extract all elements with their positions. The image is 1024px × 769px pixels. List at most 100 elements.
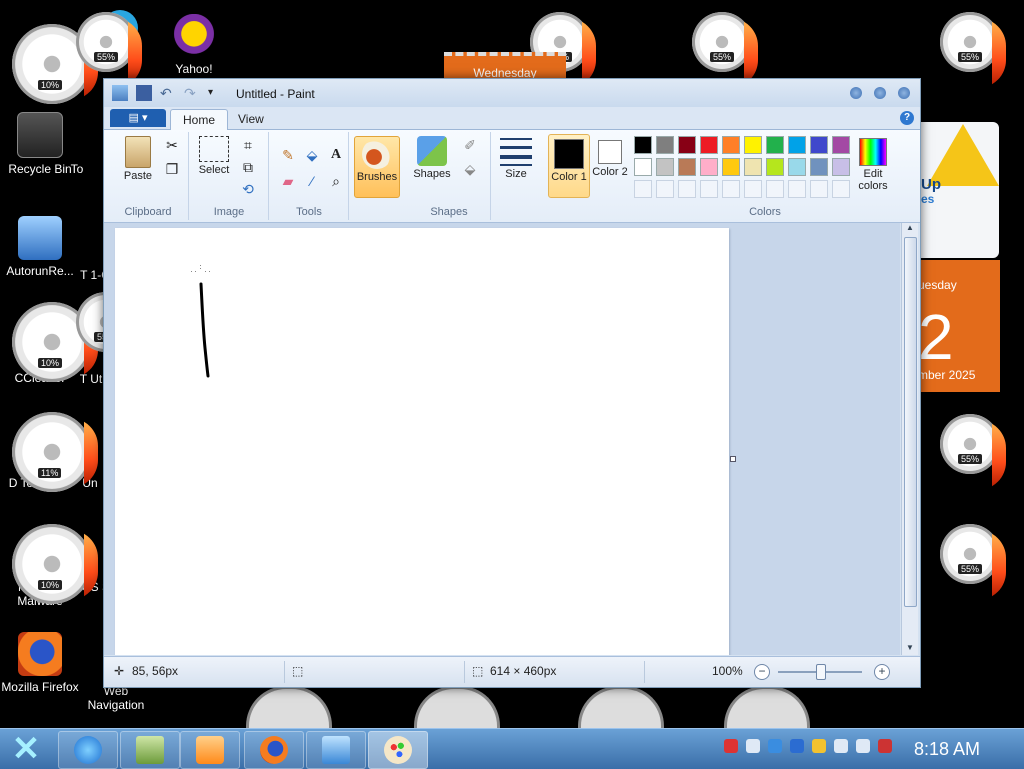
desktop-icon-autorun[interactable]: AutorunRe...	[0, 216, 80, 278]
title-bar[interactable]: ↶ ↷ ▾ Untitled - Paint	[104, 79, 920, 107]
scroll-down-arrow[interactable]: ▼	[903, 643, 917, 655]
color-swatch[interactable]	[634, 136, 652, 154]
color-swatch[interactable]	[832, 158, 850, 176]
desktop-icon-web-navigation[interactable]: Web Navigation	[76, 684, 156, 712]
vertical-scrollbar[interactable]: ▲ ▼	[901, 223, 918, 655]
desktop-icon-label: Mozilla Firefox	[1, 680, 79, 694]
color-swatch[interactable]	[810, 158, 828, 176]
start-button[interactable]: ✕	[6, 732, 46, 766]
fill-shape-icon[interactable]: ⬙	[458, 158, 482, 180]
custom-color-slot[interactable]	[832, 180, 850, 198]
canvas-resize-handle[interactable]	[730, 456, 736, 462]
color-swatch[interactable]	[700, 136, 718, 154]
color-swatch[interactable]	[832, 136, 850, 154]
zoom-slider[interactable]	[778, 664, 862, 680]
paste-button[interactable]: Paste	[118, 136, 158, 182]
size-button[interactable]: Size	[496, 138, 536, 180]
color-swatch[interactable]	[744, 136, 762, 154]
desktop-icon-label: Web Navigation	[87, 684, 145, 712]
color-swatch[interactable]	[700, 158, 718, 176]
shapes-button[interactable]: Shapes	[410, 136, 454, 180]
crop-icon[interactable]: ⌗	[236, 134, 260, 156]
maximize-button[interactable]	[874, 87, 886, 99]
custom-color-slot[interactable]	[810, 180, 828, 198]
color-2-button[interactable]: Color 2	[590, 134, 630, 196]
custom-color-slot[interactable]	[700, 180, 718, 198]
pencil-icon[interactable]: ✎	[276, 144, 300, 166]
taskbar-paint[interactable]	[368, 731, 428, 769]
magnifier-icon[interactable]: ⌕	[324, 170, 348, 192]
custom-color-slot[interactable]	[678, 180, 696, 198]
minimize-button[interactable]	[850, 87, 862, 99]
color-swatch[interactable]	[678, 158, 696, 176]
color-1-label: Color 1	[551, 171, 587, 183]
chat-icon[interactable]	[746, 739, 760, 753]
custom-color-slot[interactable]	[744, 180, 762, 198]
color-swatch[interactable]	[722, 136, 740, 154]
color-1-button[interactable]: Color 1	[548, 134, 590, 198]
custom-color-slot[interactable]	[656, 180, 674, 198]
zoom-slider-knob[interactable]	[816, 664, 826, 680]
outline-icon[interactable]: ✐	[458, 134, 482, 156]
help-button[interactable]: ?	[900, 111, 914, 125]
color-swatch[interactable]	[810, 136, 828, 154]
scroll-up-arrow[interactable]: ▲	[903, 223, 917, 235]
color-swatch[interactable]	[678, 136, 696, 154]
tab-home[interactable]: Home	[170, 109, 229, 130]
taskbar-firefox[interactable]	[244, 731, 304, 769]
zoom-out-button[interactable]: −	[754, 664, 770, 680]
volume-muted-icon[interactable]	[878, 739, 892, 753]
edit-colors-button[interactable]: Edit colors	[850, 138, 896, 192]
close-button[interactable]	[898, 87, 910, 99]
color-swatch[interactable]	[788, 136, 806, 154]
brushes-button[interactable]: Brushes	[354, 136, 400, 198]
taskbar-explorer[interactable]	[120, 731, 180, 769]
network-icon[interactable]	[856, 739, 870, 753]
redo-icon[interactable]: ↷	[184, 85, 200, 101]
taskbar-network[interactable]	[306, 731, 366, 769]
color-swatch[interactable]	[656, 136, 674, 154]
custom-color-slot[interactable]	[634, 180, 652, 198]
select-button[interactable]: Select	[194, 136, 234, 176]
zoom-in-button[interactable]: +	[874, 664, 890, 680]
scrollbar-thumb[interactable]	[904, 237, 917, 607]
copy-icon[interactable]: ❐	[160, 158, 184, 180]
desktop-icon-firefox[interactable]: Mozilla Firefox	[0, 632, 80, 694]
undo-icon[interactable]: ↶	[160, 85, 176, 101]
cut-icon[interactable]: ✂	[160, 134, 184, 156]
resize-icon[interactable]: ⧉	[236, 156, 260, 178]
taskbar-ie[interactable]	[58, 731, 118, 769]
fill-icon[interactable]: ⬙	[300, 144, 324, 166]
color-swatch[interactable]	[634, 158, 652, 176]
taskbar-media[interactable]	[180, 731, 240, 769]
color-swatch[interactable]	[656, 158, 674, 176]
rotate-icon[interactable]: ⟲	[236, 178, 260, 200]
color-swatch[interactable]	[722, 158, 740, 176]
bluetooth-icon[interactable]	[790, 739, 804, 753]
color-swatch[interactable]	[744, 158, 762, 176]
paint-window: ↶ ↷ ▾ Untitled - Paint ▤ ▾ Home View ? P…	[103, 78, 921, 688]
color-swatch[interactable]	[788, 158, 806, 176]
color-swatch[interactable]	[766, 158, 784, 176]
custom-color-slot[interactable]	[722, 180, 740, 198]
paint-menu-button[interactable]: ▤ ▾	[110, 109, 166, 127]
color-picker-icon[interactable]: ⁄	[300, 170, 324, 192]
gauge-widget: 10%	[12, 524, 92, 604]
info-icon[interactable]	[768, 739, 782, 753]
taskbar-clock[interactable]: 8:18 AM	[914, 739, 980, 760]
device-icon[interactable]	[834, 739, 848, 753]
text-icon[interactable]: A	[324, 144, 348, 166]
security-icon[interactable]	[724, 739, 738, 753]
drawing-canvas[interactable]	[115, 228, 729, 655]
color-swatch[interactable]	[766, 136, 784, 154]
custom-color-slot[interactable]	[766, 180, 784, 198]
update-icon[interactable]	[812, 739, 826, 753]
desktop-icon-to[interactable]: To	[52, 162, 102, 176]
desktop-icon-yahoo[interactable]: Yahoo!	[154, 14, 234, 76]
save-icon[interactable]	[136, 85, 152, 101]
customize-toolbar-icon[interactable]: ▾	[208, 85, 224, 101]
tab-view[interactable]: View	[226, 109, 276, 129]
paint-app-icon[interactable]	[112, 85, 128, 101]
custom-color-slot[interactable]	[788, 180, 806, 198]
eraser-icon[interactable]: ▰	[276, 170, 300, 192]
